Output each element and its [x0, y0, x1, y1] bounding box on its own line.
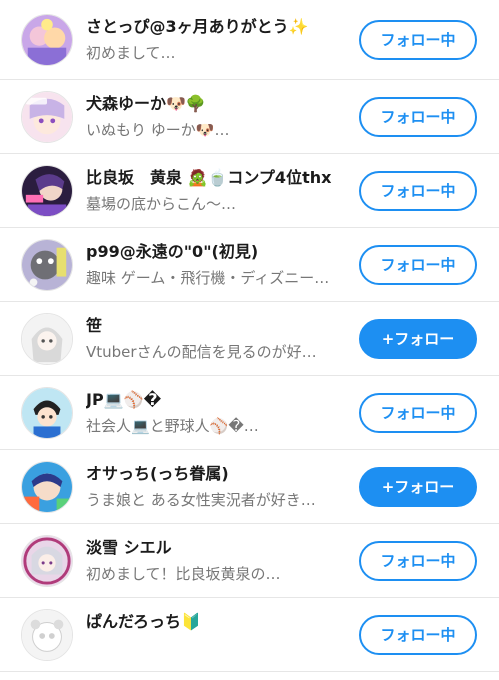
avatar[interactable] — [21, 386, 73, 439]
user-text: 比良坂 黄泉 🧟🍵コンプ4位thx 墓場の底からこん〜… — [86, 167, 348, 215]
user-name: 比良坂 黄泉 🧟🍵コンプ4位thx — [86, 167, 332, 187]
user-name: さとっぴ@3ヶ月ありがとう✨ — [86, 16, 309, 36]
list-item[interactable]: 犬森ゆーか🐶🌳 いぬもり ゆーか🐶… フォロー中 — [0, 80, 499, 154]
user-name: オサっち(っち眷属) — [86, 463, 229, 483]
following-button[interactable]: フォロー中 — [359, 392, 477, 433]
user-bio: 社会人💻と野球人⚾�… — [86, 416, 259, 435]
user-text: 笹 Vtuberさんの配信を見るのが好… — [86, 315, 348, 363]
user-bio: Vtuberさんの配信を見るのが好… — [86, 342, 317, 361]
following-button[interactable]: フォロー中 — [359, 170, 477, 211]
list-item[interactable]: オサっち(っち眷属) うま娘と ある女性実況者が好き… +フォロー — [0, 450, 499, 524]
user-text: オサっち(っち眷属) うま娘と ある女性実況者が好き… — [86, 463, 348, 511]
user-text: ぱんだろっち🔰 — [86, 611, 348, 637]
avatar[interactable] — [21, 13, 73, 66]
avatar[interactable] — [21, 312, 73, 365]
avatar[interactable] — [21, 90, 73, 143]
following-button[interactable]: フォロー中 — [359, 540, 477, 581]
user-bio: 墓場の底からこん〜… — [86, 194, 237, 213]
list-item[interactable]: JP💻⚾� 社会人💻と野球人⚾�… フォロー中 — [0, 376, 499, 450]
list-item[interactable]: ぱんだろっち🔰 フォロー中 — [0, 598, 499, 672]
user-bio: 初めまして… — [86, 43, 176, 62]
user-bio: うま娘と ある女性実況者が好き… — [86, 490, 316, 509]
list-item[interactable]: 淡雪 シエル 初めまして！比良坂黄泉の… フォロー中 — [0, 524, 499, 598]
following-button[interactable]: フォロー中 — [359, 96, 477, 137]
follow-button[interactable]: +フォロー — [359, 318, 477, 359]
avatar[interactable] — [21, 164, 73, 217]
user-name: 笹 — [86, 315, 103, 335]
avatar[interactable] — [21, 608, 73, 661]
list-item[interactable]: 笹 Vtuberさんの配信を見るのが好… +フォロー — [0, 302, 499, 376]
user-name: JP💻⚾� — [86, 389, 162, 409]
user-text: p99@永遠の"0"(初見) 趣味 ゲーム・飛行機・ディズニー… — [86, 241, 348, 289]
user-bio: いぬもり ゆーか🐶… — [86, 120, 230, 139]
user-name: ぱんだろっち🔰 — [86, 611, 201, 631]
user-text: 犬森ゆーか🐶🌳 いぬもり ゆーか🐶… — [86, 93, 348, 141]
user-text: JP💻⚾� 社会人💻と野球人⚾�… — [86, 389, 348, 437]
following-button[interactable]: フォロー中 — [359, 614, 477, 655]
avatar[interactable] — [21, 238, 73, 291]
user-bio: 初めまして！比良坂黄泉の… — [86, 564, 281, 583]
list-item[interactable]: さとっぴ@3ヶ月ありがとう✨ 初めまして… フォロー中 — [0, 0, 499, 80]
following-button[interactable]: フォロー中 — [359, 19, 477, 60]
avatar[interactable] — [21, 460, 73, 513]
user-text: 淡雪 シエル 初めまして！比良坂黄泉の… — [86, 537, 348, 585]
follow-list: さとっぴ@3ヶ月ありがとう✨ 初めまして… フォロー中 犬森ゆーか🐶🌳 いぬもり… — [0, 0, 499, 672]
user-text: さとっぴ@3ヶ月ありがとう✨ 初めまして… — [86, 16, 348, 64]
user-name: p99@永遠の"0"(初見) — [86, 241, 259, 261]
user-name: 淡雪 シエル — [86, 537, 172, 557]
user-bio: 趣味 ゲーム・飛行機・ディズニー… — [86, 268, 330, 287]
following-button[interactable]: フォロー中 — [359, 244, 477, 285]
user-name: 犬森ゆーか🐶🌳 — [86, 93, 206, 113]
list-item[interactable]: 比良坂 黄泉 🧟🍵コンプ4位thx 墓場の底からこん〜… フォロー中 — [0, 154, 499, 228]
follow-button[interactable]: +フォロー — [359, 466, 477, 507]
list-item[interactable]: p99@永遠の"0"(初見) 趣味 ゲーム・飛行機・ディズニー… フォロー中 — [0, 228, 499, 302]
avatar[interactable] — [21, 534, 73, 587]
